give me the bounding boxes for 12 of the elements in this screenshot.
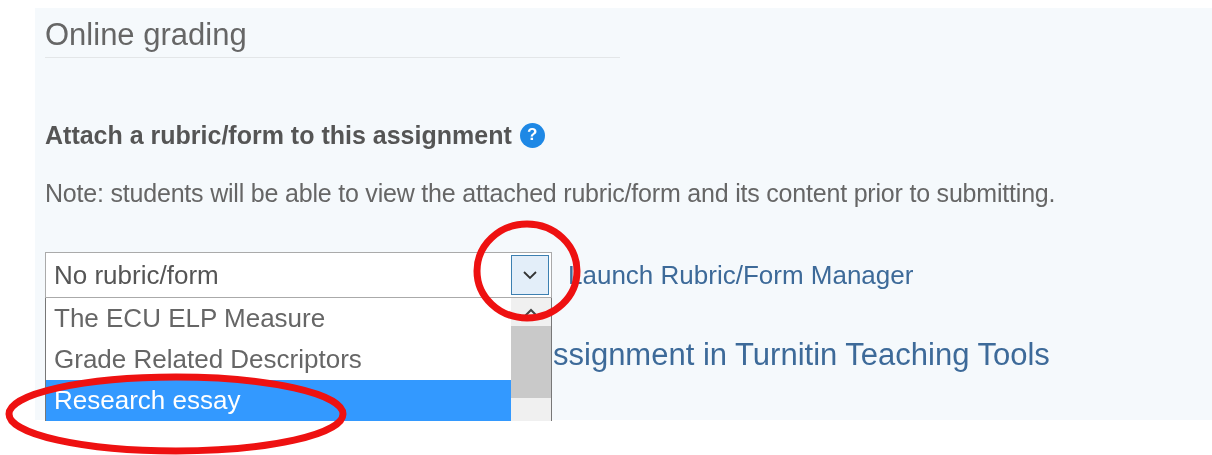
chevron-down-icon	[523, 270, 537, 280]
note-text: Note: students will be able to view the attached rubric/form and its content prior to submitting.	[45, 178, 1057, 209]
help-icon[interactable]: ?	[519, 122, 545, 148]
dropdown-option[interactable]: Research essay	[46, 380, 511, 422]
dropdown-option[interactable]: The ECU ELP Measure	[46, 298, 511, 340]
scroll-up-icon[interactable]	[524, 307, 538, 317]
rubric-select[interactable]: No rubric/form	[45, 252, 552, 299]
section-heading: ssignment in Turnitin Teaching Tools	[553, 336, 1051, 374]
field-label: Attach a rubric/form to this assignment	[45, 120, 512, 151]
scrollbar[interactable]	[511, 298, 551, 422]
section-title: Online grading	[45, 16, 248, 54]
dropdown-option[interactable]: Grade Related Descriptors	[46, 339, 511, 381]
